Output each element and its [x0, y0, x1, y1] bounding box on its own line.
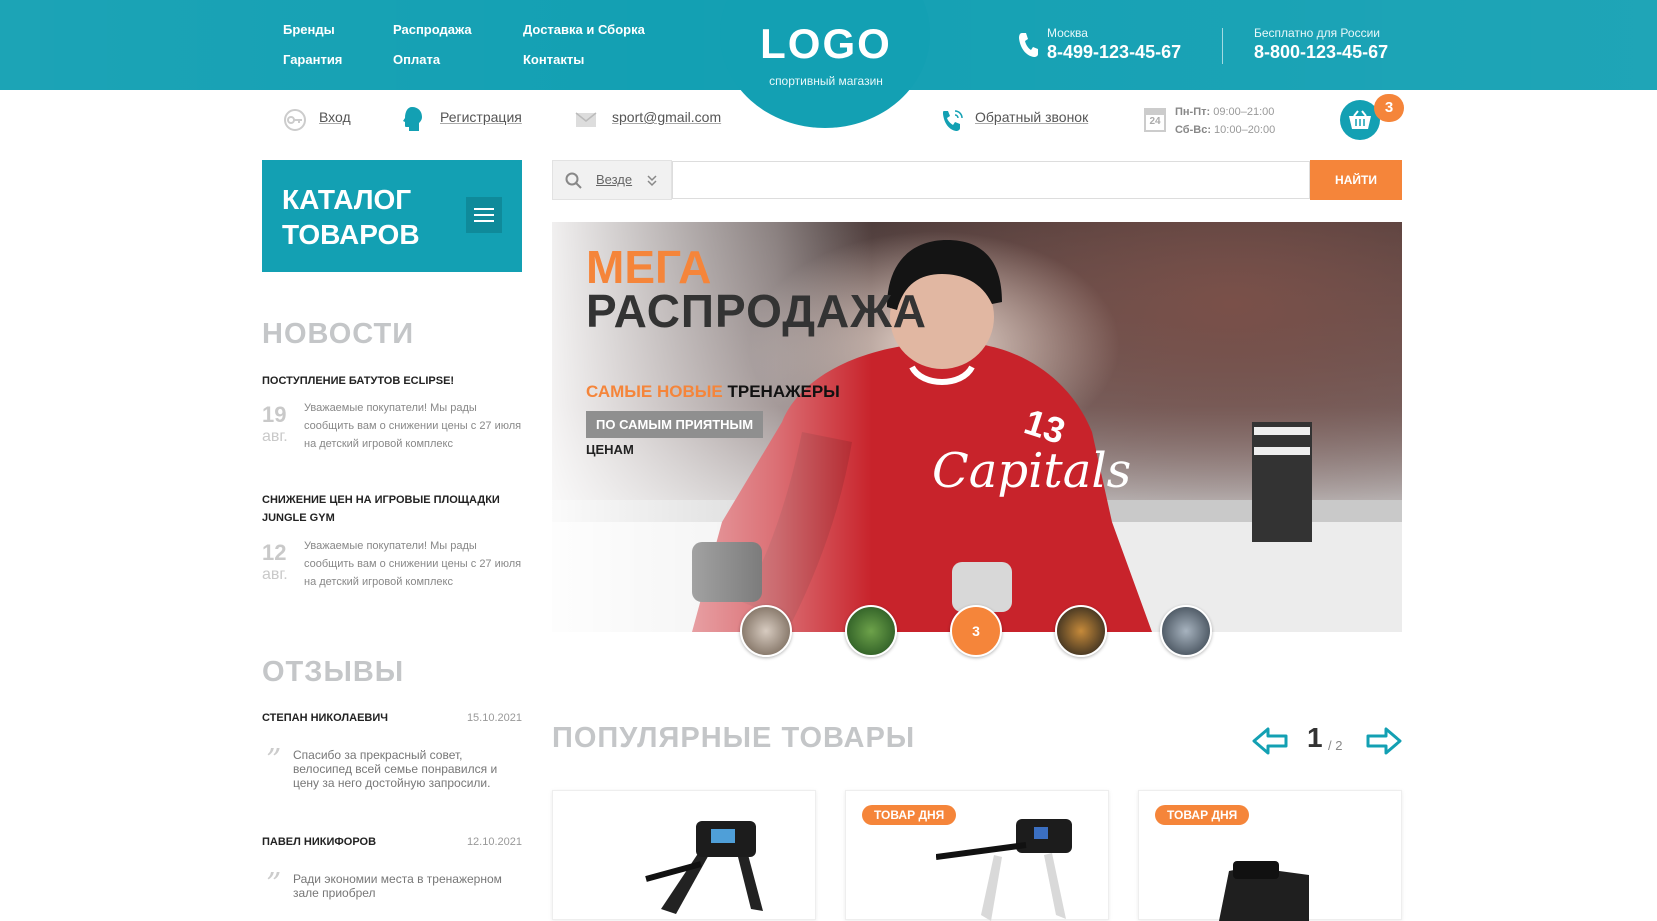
treadmill-image: [1219, 861, 1309, 921]
catalog-title-line2: ТОВАРОВ: [282, 219, 420, 250]
callback-icon: [943, 110, 963, 131]
news-month: авг.: [262, 566, 288, 583]
treadmill-image: [936, 819, 1072, 921]
hero-title: РАСПРОДАЖА: [586, 285, 928, 337]
phone-moscow: Москва 8-499-123-45-67: [1047, 26, 1181, 63]
cart-count-badge: 3: [1374, 94, 1404, 122]
quote-icon: ”: [266, 743, 282, 778]
login-link[interactable]: Вход: [319, 109, 351, 125]
mail-icon: [575, 112, 597, 127]
phone-russia: Бесплатно для России 8-800-123-45-67: [1254, 26, 1388, 63]
news-title: НОВОСТИ: [262, 318, 415, 350]
logo-subtitle: спортивный магазин: [769, 74, 883, 88]
product-card[interactable]: ТОВАР ДНЯ: [845, 790, 1109, 921]
hero-badge: ПО САМЫМ ПРИЯТНЫМ: [586, 411, 764, 438]
news-month: авг.: [262, 428, 288, 445]
review-text: Спасибо за прекрасный совет, велосипед в…: [293, 748, 498, 790]
reviews-title: ОТЗЫВЫ: [262, 656, 405, 688]
nav-sale[interactable]: Распродажа: [393, 22, 472, 37]
phone-russia-city: Бесплатно для России: [1254, 26, 1380, 40]
news-day: 19: [262, 402, 287, 427]
news-item-text: Уважаемые покупатели! Мы рады сообщить в…: [304, 540, 522, 588]
hours-weekday: 09:00–21:00: [1213, 106, 1275, 118]
search-scope-select[interactable]: Везде: [552, 160, 672, 200]
nav-payment[interactable]: Оплата: [393, 52, 440, 67]
phone-moscow-number[interactable]: 8-499-123-45-67: [1047, 42, 1181, 63]
product-day-badge: ТОВАР ДНЯ: [1155, 805, 1250, 825]
review-date: 15.10.2021: [466, 712, 522, 724]
phone-icon: [1019, 33, 1038, 57]
review-author: ПАВЕЛ НИКИФОРОВ: [262, 836, 377, 848]
hours-weekday-label: Пн-Пт:: [1175, 106, 1211, 118]
slider-dot-4[interactable]: [1055, 605, 1107, 657]
search-icon: [565, 172, 582, 189]
phone-russia-number[interactable]: 8-800-123-45-67: [1254, 42, 1388, 63]
slider-dot-5[interactable]: [1160, 605, 1212, 657]
hero-banner[interactable]: Capitals 13 МЕГА РАСПРОДАЖА САМЫЕ НОВЫЕ …: [552, 222, 1402, 632]
nav-warranty[interactable]: Гарантия: [283, 52, 342, 67]
arrow-left-icon[interactable]: [1252, 726, 1288, 756]
news-day: 12: [262, 540, 287, 565]
search-input[interactable]: [672, 161, 1310, 199]
product-card[interactable]: [552, 790, 816, 920]
menu-icon[interactable]: [466, 197, 502, 233]
phone-moscow-city: Москва: [1047, 26, 1088, 40]
product-card[interactable]: ТОВАР ДНЯ: [1138, 790, 1402, 921]
review-date: 12.10.2021: [466, 836, 522, 848]
news-item-title[interactable]: ПОСТУПЛЕНИЕ БАТУТОВ ECLIPSE!: [262, 372, 522, 390]
nav-contacts[interactable]: Контакты: [523, 52, 584, 67]
catalog-button[interactable]: КАТАЛОГ ТОВАРОВ: [262, 160, 522, 272]
popular-title: ПОПУЛЯРНЫЕ ТОВАРЫ: [552, 722, 916, 754]
hours-weekend-label: Сб-Вс:: [1175, 124, 1211, 136]
basket-icon: [1349, 110, 1371, 129]
catalog-title-line1: КАТАЛОГ: [282, 184, 412, 215]
hero-subtitle-rest: ТРЕНАЖЕРЫ: [727, 382, 840, 401]
slider-dot-3-active[interactable]: 3: [950, 605, 1002, 657]
callback-link[interactable]: Обратный звонок: [975, 109, 1088, 125]
news-item-title[interactable]: СНИЖЕНИЕ ЦЕН НА ИГРОВЫЕ ПЛОЩАДКИ JUNGLE …: [262, 491, 512, 527]
pager-current: 1: [1307, 722, 1323, 753]
review-author: СТЕПАН НИКОЛАЕВИЧ: [262, 712, 389, 724]
register-link[interactable]: Регистрация: [440, 109, 522, 125]
hero-subtitle: САМЫЕ НОВЫЕ ТРЕНАЖЕРЫ: [586, 382, 840, 402]
working-hours: Пн-Пт: 09:00–21:00 Сб-Вс: 10:00–20:00: [1175, 103, 1275, 139]
catalog-title: КАТАЛОГ ТОВАРОВ: [282, 182, 462, 252]
calendar-day: 24: [1149, 116, 1161, 127]
logo[interactable]: LOGO: [733, 20, 919, 68]
chevron-down-icon: [647, 175, 657, 187]
arrow-right-icon[interactable]: [1366, 726, 1402, 756]
svg-text:Capitals: Capitals: [932, 443, 1131, 499]
user-head-icon: [403, 107, 422, 131]
slider-dot-1[interactable]: [740, 605, 792, 657]
calendar-icon: 24: [1144, 108, 1166, 132]
header-divider: [1222, 28, 1223, 64]
hours-weekend: 10:00–20:00: [1214, 124, 1276, 136]
email-link[interactable]: sport@gmail.com: [612, 109, 721, 125]
hero-subtitle-2: ЦЕНАМ: [586, 442, 634, 457]
review-text: Ради экономии места в тренажерном зале п…: [293, 872, 502, 900]
search-button[interactable]: НАЙТИ: [1310, 160, 1402, 200]
news-item-text: Уважаемые покупатели! Мы рады сообщить в…: [304, 402, 522, 450]
search-scope-label: Везде: [596, 172, 633, 187]
pager-total: / 2: [1328, 738, 1343, 753]
hero-subtitle-accent: САМЫЕ НОВЫЕ: [586, 382, 723, 401]
treadmill-image: [645, 821, 763, 914]
key-icon: [284, 109, 306, 131]
slider-dot-2[interactable]: [845, 605, 897, 657]
quote-icon: ”: [266, 867, 282, 902]
nav-delivery[interactable]: Доставка и Сборка: [523, 22, 645, 37]
nav-brands[interactable]: Бренды: [283, 22, 335, 37]
